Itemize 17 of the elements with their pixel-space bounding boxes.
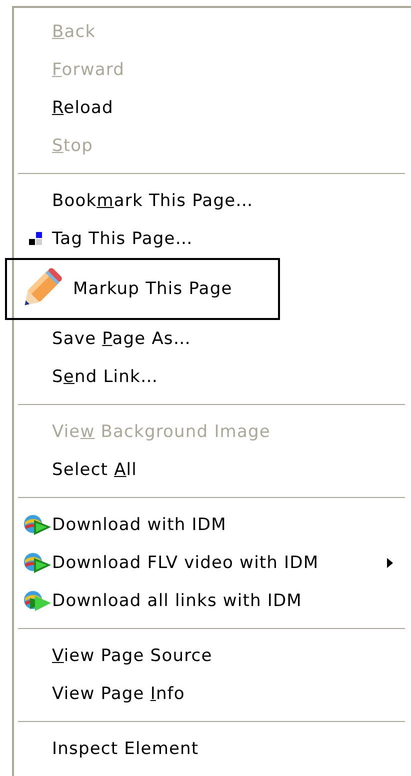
download-globe-icon [22, 552, 52, 574]
menu-item[interactable]: Select All [14, 451, 403, 489]
menu-item[interactable]: Reload [14, 89, 403, 127]
menu-item[interactable]: Markup This Page [5, 258, 280, 320]
menu-item[interactable]: Tag This Page… [14, 220, 403, 258]
menu-item[interactable]: Download FLV video with IDM [14, 544, 403, 582]
menu-item[interactable]: Bookmark This Page… [14, 182, 403, 220]
menu-item[interactable]: Download all links with IDM [14, 582, 403, 620]
menu-item[interactable]: Send Link… [14, 358, 403, 396]
download-globe-icon [22, 514, 52, 536]
download-globe-icon [22, 590, 52, 612]
menu-item[interactable]: Inspect Element [14, 730, 403, 768]
menu-item[interactable]: Download with IDM [14, 506, 403, 544]
tag-icon [29, 232, 43, 246]
menu-item[interactable]: Save Page As… [14, 320, 403, 358]
menu-item[interactable]: View Page I nfo [14, 675, 403, 713]
menu-item[interactable]: View Page Source [14, 637, 403, 675]
